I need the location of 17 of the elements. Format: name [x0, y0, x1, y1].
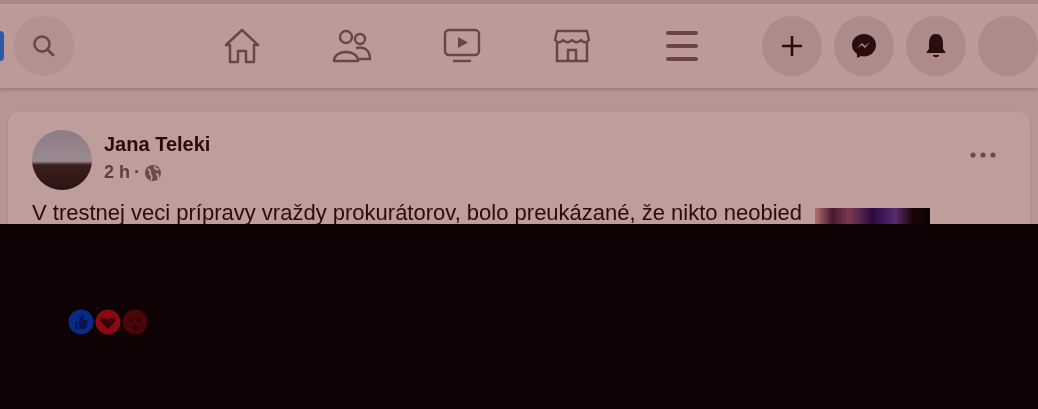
avatar-photo-placeholder[interactable] [32, 130, 92, 190]
post-time[interactable]: 2 h [104, 162, 130, 183]
search-icon [31, 33, 57, 59]
post-text: V trestnej veci prípravy vraždy prokurátorov, bolo preukázané, že nikto neobied [32, 202, 802, 224]
bell-icon [924, 32, 948, 60]
more-options-button[interactable] [968, 150, 998, 160]
plus-icon [780, 34, 804, 58]
messenger-icon [850, 32, 878, 60]
store-icon[interactable] [553, 28, 591, 64]
video-screen-icon[interactable] [443, 28, 481, 64]
menu-icon[interactable] [665, 30, 699, 62]
author-name[interactable]: Jana Teleki [104, 132, 211, 156]
separator-dot: · [134, 162, 140, 183]
globe-icon [144, 163, 162, 182]
home-icon[interactable] [222, 28, 262, 64]
ellipsis-icon [970, 152, 996, 158]
people-icon[interactable] [332, 29, 372, 63]
